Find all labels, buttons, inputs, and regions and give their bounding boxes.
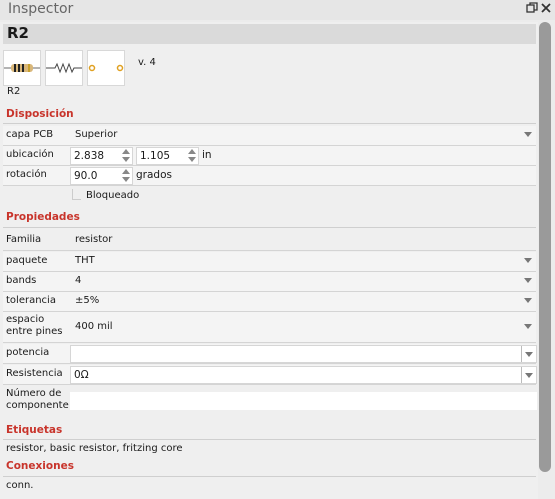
restore-icon[interactable] bbox=[525, 2, 539, 16]
location-x-spinner[interactable] bbox=[122, 149, 130, 163]
spin-up-icon[interactable] bbox=[122, 149, 130, 154]
power-combo[interactable] bbox=[70, 345, 537, 363]
rotation-row: rotación 90.0 grados bbox=[3, 166, 536, 186]
tags-text: resistor, basic resistor, fritzing core bbox=[6, 443, 183, 454]
chevron-down-icon bbox=[524, 132, 532, 137]
pin-spacing-value: 400 mil bbox=[75, 321, 113, 332]
package-select[interactable]: THT bbox=[71, 252, 536, 270]
rotation-value: 90.0 bbox=[74, 170, 98, 182]
bands-row: bands 4 bbox=[3, 272, 536, 292]
part-number-label-line1: Número de bbox=[6, 388, 62, 399]
locked-label[interactable]: Bloqueado bbox=[86, 190, 139, 201]
bands-value: 4 bbox=[75, 275, 82, 286]
chevron-down-icon bbox=[525, 352, 533, 357]
pin-spacing-label-line1: espacio bbox=[6, 314, 45, 325]
pin-spacing-label: espacio entre pines bbox=[6, 314, 62, 338]
breadboard-view-thumbnail[interactable] bbox=[3, 50, 41, 86]
package-value: THT bbox=[75, 255, 95, 266]
section-connections: Conexiones bbox=[6, 460, 74, 472]
location-y-input[interactable]: 1.105 bbox=[136, 147, 199, 165]
connections-text: conn. bbox=[6, 480, 34, 491]
resistance-combo[interactable]: 0Ω bbox=[70, 366, 537, 384]
resistor-schematic-icon bbox=[46, 62, 82, 74]
power-label: potencia bbox=[6, 347, 50, 358]
window-title: Inspector bbox=[8, 1, 74, 17]
part-version: v. 4 bbox=[138, 57, 156, 68]
chevron-down-icon bbox=[524, 324, 532, 329]
rotation-unit: grados bbox=[136, 169, 172, 181]
tolerance-row: tolerancia ±5% bbox=[3, 292, 536, 312]
part-number-label: Número de componente bbox=[6, 388, 69, 412]
location-row: ubicación 2.838 1.105 in bbox=[3, 146, 536, 166]
part-title-bar: R2 bbox=[3, 24, 536, 44]
package-label: paquete bbox=[6, 255, 48, 266]
family-label: Familia bbox=[6, 234, 42, 245]
divider bbox=[3, 476, 536, 477]
resistance-dropdown-button[interactable] bbox=[521, 367, 536, 383]
resistor-pcb-icon bbox=[88, 64, 124, 72]
schematic-view-thumbnail[interactable] bbox=[45, 50, 83, 86]
rotation-label: rotación bbox=[6, 169, 47, 180]
section-placement: Disposición bbox=[6, 108, 74, 120]
pcb-view-thumbnail[interactable] bbox=[87, 50, 125, 86]
pcb-layer-value: Superior bbox=[75, 129, 118, 140]
spin-up-icon[interactable] bbox=[122, 169, 130, 174]
vertical-scrollbar[interactable] bbox=[539, 22, 551, 472]
location-y-value: 1.105 bbox=[140, 150, 171, 162]
location-label: ubicación bbox=[6, 149, 54, 160]
bands-label: bands bbox=[6, 275, 37, 286]
part-number-label-line2: componente bbox=[6, 400, 69, 411]
family-value: resistor bbox=[75, 234, 113, 245]
pcb-layer-select[interactable]: Superior bbox=[71, 126, 536, 144]
resistance-row: Resistencia 0Ω bbox=[3, 365, 537, 385]
power-dropdown-button[interactable] bbox=[521, 346, 536, 362]
resistance-label: Resistencia bbox=[6, 368, 63, 379]
location-y-spinner[interactable] bbox=[188, 149, 196, 163]
spin-down-icon[interactable] bbox=[122, 177, 130, 182]
spin-up-icon[interactable] bbox=[188, 149, 196, 154]
resistor-breadboard-icon bbox=[4, 64, 40, 72]
part-title: R2 bbox=[7, 24, 29, 42]
inspector-content: R2 v. 4 R2 Disposición capa PCB Superior bbox=[0, 22, 538, 499]
part-label: R2 bbox=[7, 86, 21, 97]
section-tags: Etiquetas bbox=[6, 424, 63, 436]
pin-spacing-row: espacio entre pines 400 mil bbox=[3, 312, 536, 343]
divider bbox=[3, 439, 536, 440]
section-properties: Propiedades bbox=[6, 211, 80, 223]
tolerance-select[interactable]: ±5% bbox=[71, 292, 536, 310]
rotation-spinner[interactable] bbox=[122, 169, 130, 183]
resistance-value: 0Ω bbox=[74, 369, 89, 381]
bands-select[interactable]: 4 bbox=[71, 272, 536, 290]
spin-down-icon[interactable] bbox=[188, 157, 196, 162]
close-icon[interactable] bbox=[539, 2, 553, 16]
location-unit: in bbox=[202, 149, 212, 161]
spin-down-icon[interactable] bbox=[122, 157, 130, 162]
divider bbox=[3, 123, 536, 124]
tolerance-label: tolerancia bbox=[6, 295, 56, 306]
power-row: potencia bbox=[3, 344, 537, 364]
part-number-row: Número de componente bbox=[3, 386, 537, 414]
package-row: paquete THT bbox=[3, 252, 536, 272]
locked-checkbox[interactable] bbox=[72, 189, 81, 200]
pin-spacing-label-line2: entre pines bbox=[6, 326, 63, 337]
tolerance-value: ±5% bbox=[75, 295, 100, 306]
chevron-down-icon bbox=[524, 298, 532, 303]
chevron-down-icon bbox=[525, 373, 533, 378]
location-x-input[interactable]: 2.838 bbox=[70, 147, 133, 165]
chevron-down-icon bbox=[524, 278, 532, 283]
pcb-layer-label: capa PCB bbox=[6, 129, 54, 140]
window-titlebar: Inspector bbox=[0, 0, 555, 20]
pin-spacing-select[interactable]: 400 mil bbox=[71, 318, 536, 336]
family-row: Familia resistor bbox=[3, 231, 536, 251]
part-number-input[interactable] bbox=[70, 392, 537, 410]
location-x-value: 2.838 bbox=[74, 150, 105, 162]
divider bbox=[3, 227, 536, 228]
pcb-layer-row: capa PCB Superior bbox=[3, 126, 536, 146]
chevron-down-icon bbox=[524, 258, 532, 263]
rotation-input[interactable]: 90.0 bbox=[70, 167, 133, 185]
